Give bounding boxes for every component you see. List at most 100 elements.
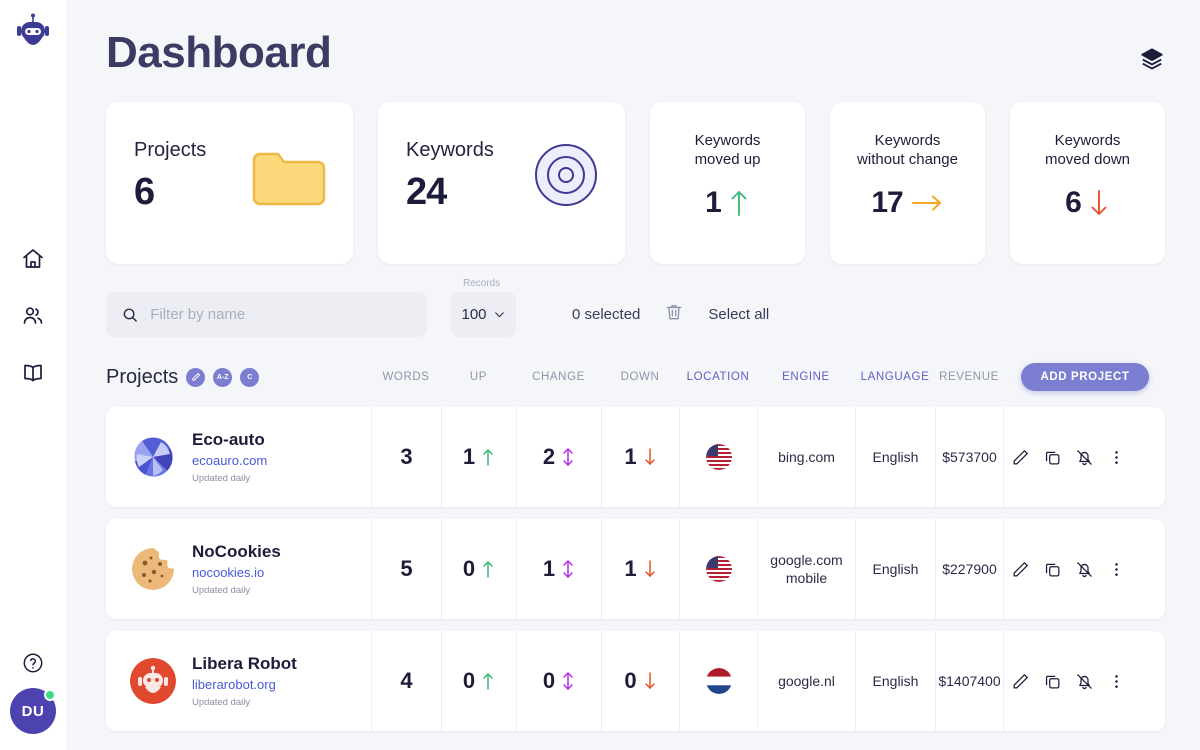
arrow-up-down-icon [561,670,575,692]
edit-icon[interactable] [1011,560,1030,579]
copy-icon[interactable] [1043,560,1062,579]
layers-button[interactable] [1139,46,1165,77]
project-updated: Updated daily [192,473,267,484]
stat-card-projects[interactable]: Projects 6 [106,102,353,264]
user-avatar[interactable]: DU [10,688,56,734]
column-header-location[interactable]: LOCATION [679,371,757,383]
arrow-up-icon [728,188,750,218]
column-header-change[interactable]: CHANGE [516,371,601,383]
stat-card-keywords[interactable]: Keywords 24 [378,102,625,264]
us-flag-icon [706,556,732,582]
stat-card-moved-down[interactable]: Keywords moved down 6 [1010,102,1165,264]
copy-icon[interactable] [1043,672,1062,691]
project-name: Libera Robot [192,654,297,674]
search-input[interactable] [150,306,411,323]
location-cell [679,407,757,507]
stat-card-without-change[interactable]: Keywords without change 17 [830,102,985,264]
more-vertical-icon[interactable] [1107,560,1126,579]
records-label: Records [463,278,500,289]
sidebar-item-home[interactable] [18,244,48,274]
project-url[interactable]: nocookies.io [192,565,281,580]
search-icon [122,306,138,324]
project-updated: Updated daily [192,585,281,596]
change-value: 1 [543,556,555,582]
select-all-button[interactable]: Select all [708,306,769,323]
up-cell: 1 [441,407,516,507]
change-value: 2 [543,444,555,470]
column-header-revenue[interactable]: REVENUE [935,371,1003,383]
edit-badge[interactable] [186,368,205,387]
stat-value: 6 [1065,186,1081,220]
change-cell: 0 [516,631,601,731]
project-name: Eco-auto [192,430,267,450]
column-header-engine[interactable]: ENGINE [757,371,855,383]
revenue-cell: $227900 [935,519,1003,619]
project-name: NoCookies [192,542,281,562]
edit-icon[interactable] [1011,672,1030,691]
project-cell: NoCookies nocookies.io Updated daily [106,519,371,619]
bell-off-icon[interactable] [1075,448,1094,467]
column-header-language[interactable]: LANGUAGE [855,371,935,383]
sort-az-badge[interactable]: A-Z [213,368,232,387]
column-header-words[interactable]: WORDS [371,371,441,383]
down-value: 1 [624,444,636,470]
project-cell: Libera Robot liberarobot.org Updated dai… [106,631,371,731]
stat-label: Keywords [406,138,494,163]
down-cell: 1 [601,519,679,619]
table-row[interactable]: Eco-auto ecoauro.com Updated daily 3 1 [106,407,1165,507]
bell-off-icon[interactable] [1075,560,1094,579]
copy-icon[interactable] [1043,448,1062,467]
book-icon [21,361,45,385]
robot-logo-icon [15,13,51,57]
stat-label-line2: moved up [660,151,795,170]
stat-card-moved-up[interactable]: Keywords moved up 1 [650,102,805,264]
search-field[interactable] [106,292,427,337]
edit-icon[interactable] [1011,448,1030,467]
engine-value: bing.com [778,448,835,466]
location-cell [679,519,757,619]
words-cell: 5 [371,519,441,619]
records-select[interactable]: 100 [451,292,516,337]
column-header-up[interactable]: UP [441,371,516,383]
sidebar-item-learn[interactable] [18,358,48,388]
app-logo[interactable] [15,13,51,62]
layers-icon [1139,46,1165,72]
stat-label-line1: Keywords [1020,132,1155,151]
project-url[interactable]: liberarobot.org [192,677,297,692]
project-url[interactable]: ecoauro.com [192,453,267,468]
table-row[interactable]: NoCookies nocookies.io Updated daily 5 0… [106,519,1165,619]
sidebar: DU [0,0,66,750]
trash-icon [664,301,684,323]
stat-value: 1 [705,186,721,220]
project-cell: Eco-auto ecoauro.com Updated daily [106,407,371,507]
pencil-icon [191,372,201,382]
language-cell: English [855,407,935,507]
sidebar-item-users[interactable] [18,301,48,331]
more-vertical-icon[interactable] [1107,672,1126,691]
column-header-down[interactable]: DOWN [601,371,679,383]
delete-selected-button[interactable] [664,301,684,328]
arrow-up-down-icon [561,558,575,580]
words-value: 3 [400,444,412,470]
up-value: 0 [463,668,475,694]
engine-cell: google.com mobile [757,519,855,619]
help-circle-icon [22,652,44,674]
add-project-button[interactable]: ADD PROJECT [1021,363,1149,391]
target-icon [533,142,599,213]
arrow-down-icon [643,671,657,691]
help-button[interactable] [18,648,48,678]
down-value: 1 [624,556,636,582]
users-icon [21,304,45,328]
c-badge[interactable]: C [240,368,259,387]
app-root: DU Dashboard Projects 6 [0,0,1200,750]
more-vertical-icon[interactable] [1107,448,1126,467]
table-row[interactable]: Libera Robot liberarobot.org Updated dai… [106,631,1165,731]
main-content: Dashboard Projects 6 [66,0,1200,750]
project-updated: Updated daily [192,697,297,708]
down-cell: 1 [601,407,679,507]
stat-label-line2: moved down [1020,151,1155,170]
words-value: 4 [400,668,412,694]
home-icon [21,247,45,271]
bell-off-icon[interactable] [1075,672,1094,691]
arrow-down-icon [643,559,657,579]
